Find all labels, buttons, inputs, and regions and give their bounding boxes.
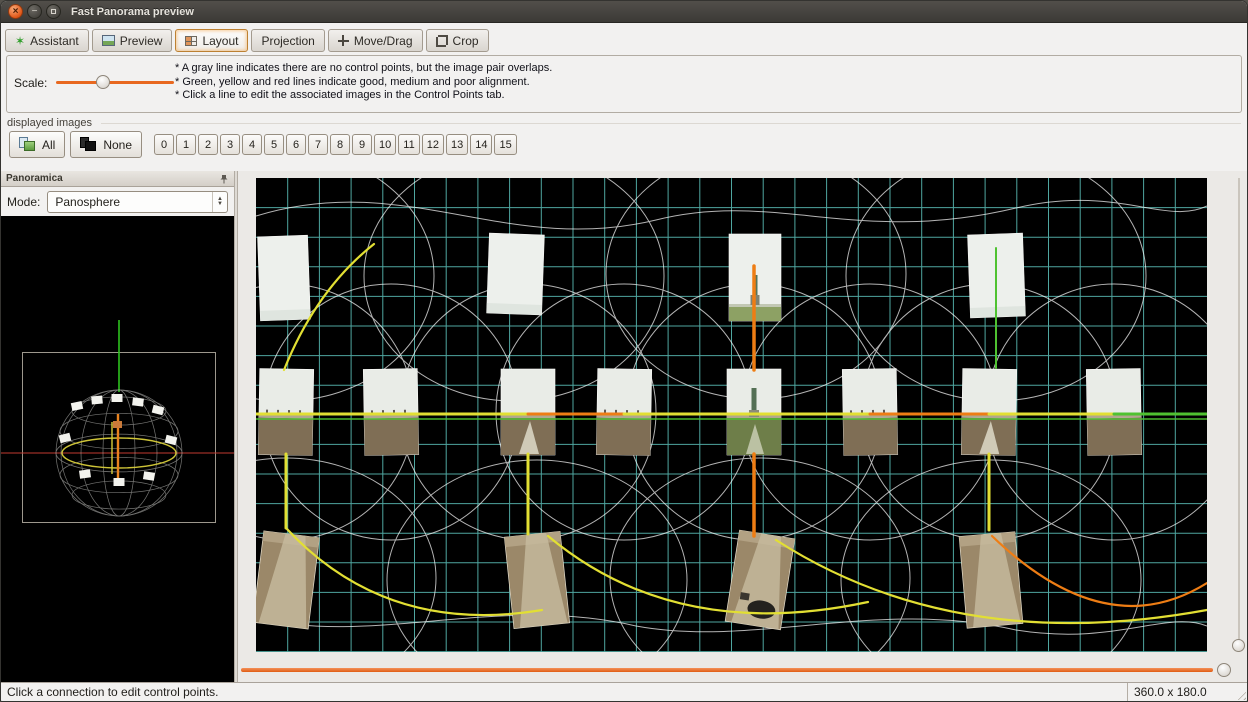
group-box-rule xyxy=(101,123,1241,124)
none-button-label: None xyxy=(103,138,132,152)
all-button-label: All xyxy=(42,138,55,152)
horizontal-scrollbar[interactable] xyxy=(241,663,1233,677)
tab-label: Crop xyxy=(453,34,479,48)
image-toggle-14[interactable]: 14 xyxy=(470,134,492,155)
image-toggle-12[interactable]: 12 xyxy=(422,134,444,155)
image-thumbnail[interactable] xyxy=(258,235,311,321)
panosphere-panel-header: Panoramica xyxy=(1,171,234,187)
tab-label: Projection xyxy=(261,34,314,48)
image-toggle-9[interactable]: 9 xyxy=(352,134,372,155)
tab-label: Preview xyxy=(120,34,163,48)
tab-assistant[interactable]: ✶ Assistant xyxy=(5,29,89,52)
image-toggle-3[interactable]: 3 xyxy=(220,134,240,155)
main-split: Panoramica Mode: Panosphere ▲▼ xyxy=(1,171,1248,684)
scale-label: Scale: xyxy=(14,76,47,90)
image-toggle-row: 0123456789101112131415 xyxy=(154,134,517,155)
image-toggle-8[interactable]: 8 xyxy=(330,134,350,155)
scale-slider-track xyxy=(56,81,174,84)
scale-slider[interactable] xyxy=(56,75,174,90)
assistant-icon: ✶ xyxy=(15,36,25,46)
image-thumbnail[interactable] xyxy=(258,369,313,456)
image-thumbnail[interactable] xyxy=(487,233,545,315)
tab-bar: ✶ Assistant Preview Layout Projection Mo… xyxy=(1,25,1247,52)
pano-size-field: 360.0 x 180.0 xyxy=(1127,683,1247,701)
movedrag-icon xyxy=(338,35,349,46)
horizontal-scrollbar-track xyxy=(241,668,1213,672)
image-thumbnail[interactable] xyxy=(1086,369,1141,456)
image-toggle-5[interactable]: 5 xyxy=(264,134,284,155)
image-toggle-13[interactable]: 13 xyxy=(446,134,468,155)
tab-layout[interactable]: Layout xyxy=(175,29,248,52)
vertical-scrollbar-thumb[interactable] xyxy=(1232,639,1245,652)
vertical-scrollbar-track xyxy=(1238,178,1240,652)
displayed-images-toolbar: All None 0123456789101112131415 xyxy=(9,131,517,158)
titlebar[interactable]: × − Fast Panorama preview xyxy=(1,1,1247,23)
panosphere-panel: Panoramica Mode: Panosphere ▲▼ xyxy=(1,171,234,684)
preview-icon xyxy=(102,35,115,46)
tab-label: Assistant xyxy=(30,34,79,48)
window-title: Fast Panorama preview xyxy=(71,6,194,18)
image-thumbnail[interactable] xyxy=(256,531,319,629)
image-toggle-7[interactable]: 7 xyxy=(308,134,328,155)
minimize-button[interactable]: − xyxy=(27,4,42,19)
show-all-button[interactable]: All xyxy=(9,131,65,158)
app-window: × − Fast Panorama preview ✶ Assistant Pr… xyxy=(0,0,1248,702)
scale-help-panel: Scale: * A gray line indicates there are… xyxy=(6,55,1242,113)
image-thumbnail[interactable] xyxy=(596,369,651,456)
image-toggle-4[interactable]: 4 xyxy=(242,134,262,155)
panosphere-preview[interactable] xyxy=(1,216,234,684)
image-toggle-1[interactable]: 1 xyxy=(176,134,196,155)
image-thumbnail[interactable] xyxy=(842,369,897,456)
crop-icon xyxy=(436,35,448,47)
help-line: * Click a line to edit the associated im… xyxy=(175,89,552,103)
layout-region xyxy=(238,171,1248,684)
image-toggle-6[interactable]: 6 xyxy=(286,134,306,155)
scale-slider-thumb[interactable] xyxy=(96,75,110,89)
panel-title: Panoramica xyxy=(6,173,63,184)
image-thumbnail[interactable] xyxy=(727,369,781,455)
pin-icon[interactable] xyxy=(219,174,229,184)
resize-grip-icon[interactable] xyxy=(1234,688,1246,700)
tab-projection[interactable]: Projection xyxy=(251,29,324,52)
layout-icon xyxy=(185,36,197,46)
mode-label: Mode: xyxy=(7,195,40,209)
tab-crop[interactable]: Crop xyxy=(426,29,489,52)
displayed-images-label: displayed images xyxy=(7,117,92,129)
image-toggle-11[interactable]: 11 xyxy=(398,134,419,155)
tab-label: Move/Drag xyxy=(354,34,413,48)
help-text: * A gray line indicates there are no con… xyxy=(175,62,552,103)
tab-preview[interactable]: Preview xyxy=(92,29,173,52)
tab-label: Layout xyxy=(202,34,238,48)
all-images-icon xyxy=(19,137,36,152)
help-line: * A gray line indicates there are no con… xyxy=(175,62,552,76)
image-thumbnail[interactable] xyxy=(961,369,1016,456)
spinner-arrows-icon[interactable]: ▲▼ xyxy=(212,192,227,212)
no-images-icon xyxy=(80,137,97,152)
image-thumbnail[interactable] xyxy=(501,369,555,455)
mode-select[interactable]: Panosphere ▲▼ xyxy=(47,191,228,213)
layout-canvas[interactable] xyxy=(256,178,1207,652)
image-thumbnail[interactable] xyxy=(363,369,418,456)
tab-move-drag[interactable]: Move/Drag xyxy=(328,29,423,52)
status-bar: Click a connection to edit control point… xyxy=(1,682,1247,701)
mode-value: Panosphere xyxy=(55,195,120,209)
image-toggle-15[interactable]: 15 xyxy=(494,134,516,155)
close-button[interactable]: × xyxy=(8,4,23,19)
show-none-button[interactable]: None xyxy=(70,131,142,158)
image-toggle-10[interactable]: 10 xyxy=(374,134,396,155)
image-toggle-2[interactable]: 2 xyxy=(198,134,218,155)
image-toggle-0[interactable]: 0 xyxy=(154,134,174,155)
maximize-button[interactable] xyxy=(46,4,61,19)
horizontal-scrollbar-thumb[interactable] xyxy=(1217,663,1231,677)
panosphere-canvas[interactable] xyxy=(1,216,234,684)
status-message: Click a connection to edit control point… xyxy=(1,683,1127,701)
help-line: * Green, yellow and red lines indicate g… xyxy=(175,76,552,90)
mode-row: Mode: Panosphere ▲▼ xyxy=(1,187,234,216)
pano-size-value: 360.0 x 180.0 xyxy=(1134,685,1207,699)
vertical-scrollbar[interactable] xyxy=(1232,178,1245,652)
